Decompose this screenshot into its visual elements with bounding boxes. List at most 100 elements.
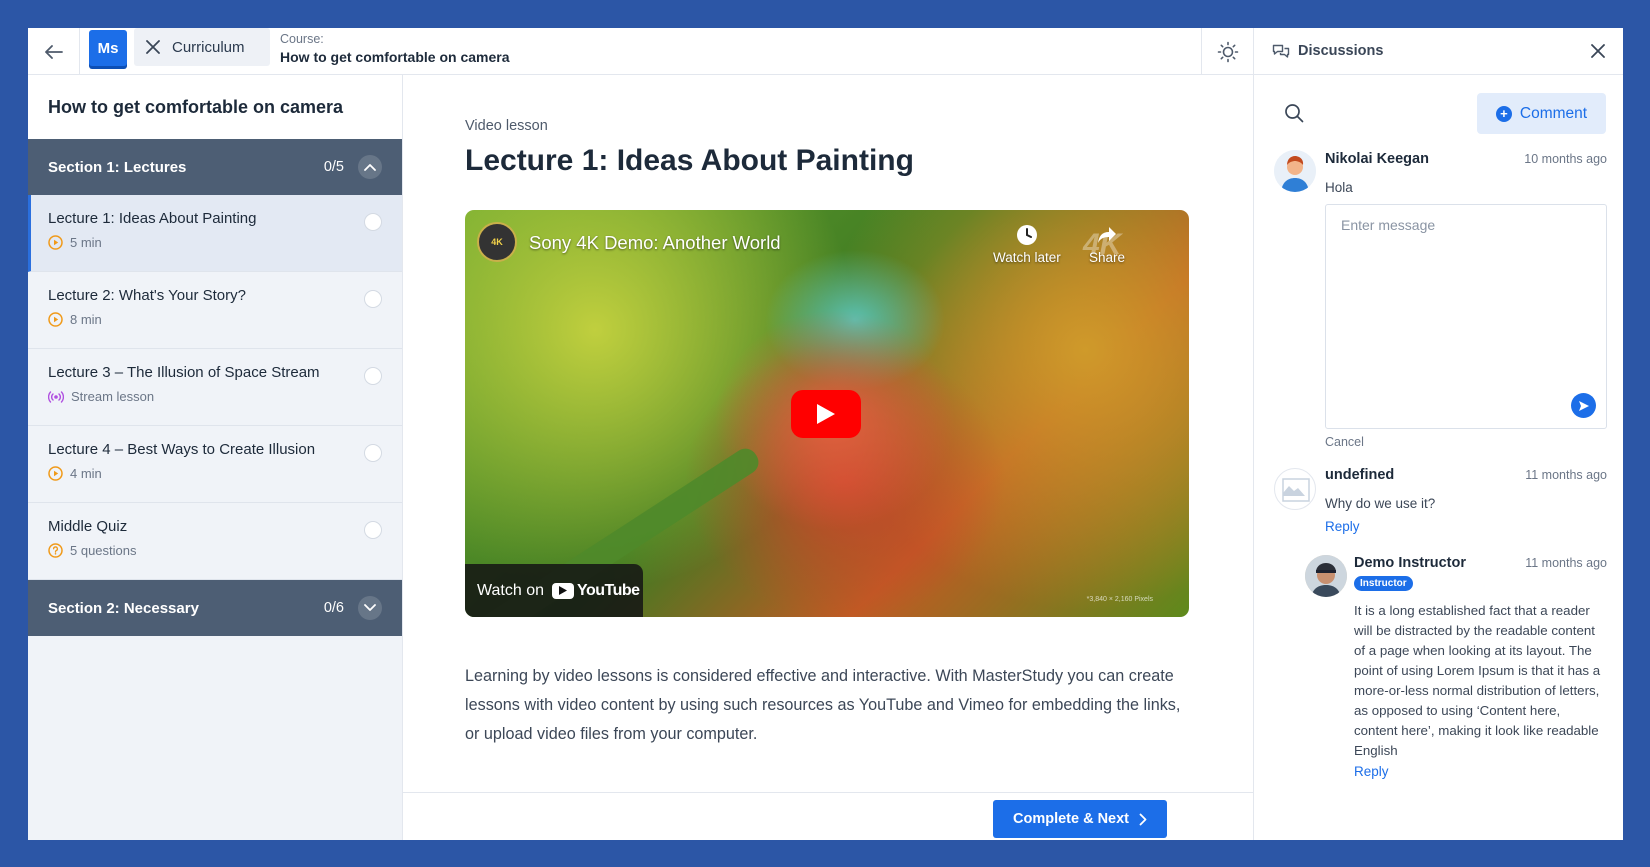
video-player[interactable]: 4K Sony 4K Demo: Another World 4K Watch … — [465, 210, 1189, 617]
search-icon[interactable] — [1284, 103, 1304, 123]
lesson-duration: 5 min — [70, 235, 102, 250]
play-circle-icon — [48, 312, 63, 327]
lesson-item[interactable]: Lecture 4 – Best Ways to Create Illusion… — [28, 426, 402, 503]
app-window: Ms Curriculum Course: How to get comfort… — [28, 28, 1623, 840]
lesson-meta: 5 questions — [48, 543, 382, 558]
play-button[interactable] — [791, 390, 861, 438]
lesson-meta: 8 min — [48, 312, 382, 327]
sidebar-course-title: How to get comfortable on camera — [28, 75, 402, 139]
curriculum-toggle-button[interactable]: Curriculum — [134, 28, 270, 66]
section-title: Section 2: Necessary — [48, 599, 199, 617]
back-button[interactable] — [28, 28, 80, 75]
section-progress: 0/5 — [323, 159, 344, 175]
close-icon — [146, 40, 160, 54]
comment-author[interactable]: Nikolai Keegan — [1325, 151, 1429, 167]
lesson-duration: 8 min — [70, 312, 102, 327]
share-label: Share — [1089, 250, 1126, 265]
comment-button-label: Comment — [1519, 104, 1588, 122]
lesson-title: Lecture 1: Ideas About Painting — [48, 210, 257, 227]
watch-later-button[interactable]: Watch later — [993, 224, 1061, 265]
watch-on-label: Watch on — [477, 581, 544, 599]
course-info: Course: How to get comfortable on camera — [280, 32, 509, 65]
discussions-toolbar: + Comment — [1254, 75, 1623, 145]
lesson-meta: Stream lesson — [48, 389, 382, 404]
cancel-reply-link[interactable]: Cancel — [1325, 435, 1364, 449]
add-comment-button[interactable]: + Comment — [1477, 93, 1606, 134]
comment-author[interactable]: Demo Instructor — [1354, 555, 1466, 571]
lesson-footer: Complete & Next — [403, 792, 1253, 840]
youtube-logo: YouTube — [552, 582, 640, 600]
avatar-placeholder — [1274, 468, 1316, 510]
youtube-wordmark: YouTube — [577, 581, 640, 599]
lesson-meta: 5 min — [48, 235, 382, 250]
send-button[interactable] — [1571, 393, 1596, 418]
course-title: How to get comfortable on camera — [280, 49, 510, 65]
lesson-item[interactable]: Lecture 2: What's Your Story? 8 min — [28, 272, 402, 349]
complete-next-button[interactable]: Complete & Next — [993, 800, 1167, 838]
clock-icon — [1016, 225, 1037, 245]
lesson-title: Lecture 4 – Best Ways to Create Illusion — [48, 441, 316, 458]
share-button[interactable]: Share — [1089, 224, 1125, 265]
page-title: Lecture 1: Ideas About Painting — [465, 144, 914, 177]
lesson-complete-indicator — [364, 290, 382, 308]
section-header-lectures[interactable]: Section 1: Lectures 0/5 — [28, 139, 402, 195]
watch-on-youtube-button[interactable]: Watch on YouTube — [465, 564, 643, 617]
lesson-content: Video lesson Lecture 1: Ideas About Pain… — [403, 75, 1253, 840]
watch-later-label: Watch later — [993, 250, 1061, 265]
lesson-complete-indicator — [364, 367, 382, 385]
reply-message-box — [1325, 204, 1607, 429]
close-icon[interactable] — [1591, 44, 1605, 58]
avatar — [1305, 555, 1347, 597]
play-circle-icon — [48, 235, 63, 250]
chevron-down-icon[interactable] — [358, 596, 382, 620]
comment-time: 11 months ago — [1525, 556, 1607, 570]
video-resolution-caption: *3,840 × 2,160 Pixels — [1086, 596, 1153, 603]
video-title[interactable]: Sony 4K Demo: Another World — [529, 232, 781, 254]
complete-next-label: Complete & Next — [1012, 811, 1130, 827]
discussions-panel: Discussions + Comment Nikolai Keegan 10 … — [1253, 28, 1623, 840]
discussions-header: Discussions — [1254, 28, 1623, 75]
comment-time: 10 months ago — [1524, 152, 1607, 166]
play-icon — [817, 404, 835, 424]
lesson-item[interactable]: Lecture 1: Ideas About Painting 5 min — [28, 195, 402, 272]
lesson-complete-indicator — [364, 444, 382, 462]
lesson-item[interactable]: Lecture 3 – The Illusion of Space Stream… — [28, 349, 402, 426]
channel-avatar[interactable]: 4K — [477, 222, 517, 262]
chevron-right-icon — [1139, 813, 1147, 825]
instructor-badge: Instructor — [1354, 576, 1413, 591]
course-label: Course: — [280, 32, 324, 46]
quiz-question-count: 5 questions — [70, 543, 137, 558]
message-input[interactable] — [1326, 205, 1606, 428]
chevron-up-icon[interactable] — [358, 155, 382, 179]
lesson-complete-indicator — [364, 521, 382, 539]
lesson-type-label: Stream lesson — [71, 389, 155, 404]
play-circle-icon — [48, 466, 63, 481]
reply-link[interactable]: Reply — [1325, 519, 1360, 534]
chat-bubbles-icon — [1272, 44, 1290, 58]
lesson-title: Lecture 2: What's Your Story? — [48, 287, 246, 304]
lesson-item[interactable]: Middle Quiz 5 questions — [28, 503, 402, 580]
lesson-title: Middle Quiz — [48, 518, 128, 535]
curriculum-sidebar: How to get comfortable on camera Section… — [28, 75, 403, 840]
theme-toggle-button[interactable] — [1201, 28, 1253, 75]
discussions-title: Discussions — [1298, 43, 1384, 59]
lesson-meta: 4 min — [48, 466, 382, 481]
lesson-complete-indicator — [364, 213, 382, 231]
section-title: Section 1: Lectures — [48, 158, 187, 176]
share-arrow-icon — [1098, 227, 1117, 243]
youtube-play-icon — [552, 582, 574, 599]
lesson-description: Learning by video lessons is considered … — [465, 667, 1181, 743]
masterstudy-logo[interactable]: Ms — [89, 30, 127, 66]
avatar — [1274, 150, 1316, 192]
lesson-title: Lecture 3 – The Illusion of Space Stream — [48, 364, 320, 381]
top-bar: Ms Curriculum Course: How to get comfort… — [28, 28, 1253, 75]
comment-text: It is a long established fact that a rea… — [1354, 603, 1601, 758]
send-arrow-icon — [1578, 400, 1589, 411]
arrow-left-icon — [44, 44, 63, 59]
comment-text: Hola — [1325, 180, 1353, 195]
lesson-duration: 4 min — [70, 466, 102, 481]
reply-link[interactable]: Reply — [1354, 764, 1389, 779]
question-circle-icon — [48, 543, 63, 558]
comment-author[interactable]: undefined — [1325, 467, 1394, 483]
section-header-necessary[interactable]: Section 2: Necessary 0/6 — [28, 580, 402, 636]
